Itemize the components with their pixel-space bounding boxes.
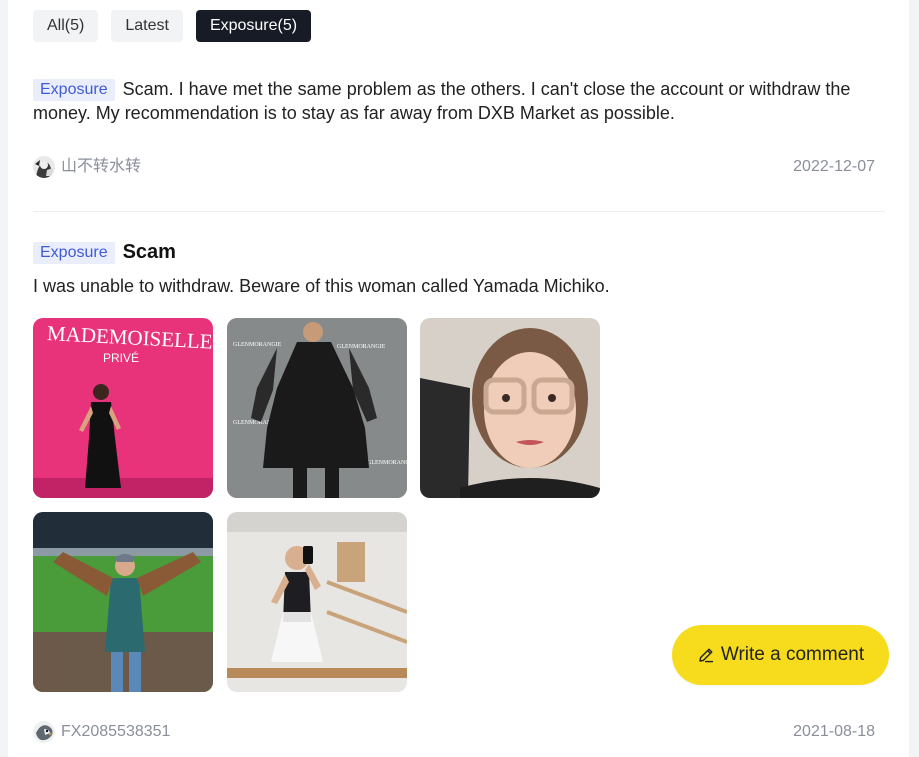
- gallery-photo[interactable]: [227, 512, 407, 692]
- pencil-icon: [699, 648, 713, 663]
- page-left-gutter: [0, 0, 8, 757]
- post-date: 2021-08-18: [793, 723, 875, 740]
- tab-all[interactable]: All(5): [33, 10, 99, 42]
- svg-text:GLENMORANGIE: GLENMORANGIE: [337, 344, 386, 350]
- author-info[interactable]: 山不转水转: [33, 155, 141, 179]
- author-name: FX2085538351: [61, 723, 171, 740]
- post-text: I was unable to withdraw. Beware of this…: [33, 276, 610, 296]
- exposure-tag: Exposure: [33, 79, 115, 101]
- post-text: Scam. I have met the same problem as the…: [33, 79, 851, 123]
- page-right-gutter: [909, 0, 919, 757]
- author-name: 山不转水转: [61, 158, 142, 175]
- write-comment-button[interactable]: Write a comment: [672, 625, 889, 685]
- exposure-tag: Exposure: [33, 242, 115, 264]
- post-header: Exposure Scam I was unable to withdraw. B…: [33, 241, 885, 301]
- post-meta: FX2085538351 2021-08-18: [33, 720, 885, 746]
- avatar: [33, 721, 55, 743]
- filter-tabs: All(5) Latest Exposure(5): [33, 10, 312, 42]
- avatar: [33, 156, 55, 178]
- tab-latest[interactable]: Latest: [111, 10, 183, 42]
- post-title: Scam: [122, 241, 176, 263]
- post-card: Exposure Scam I was unable to withdraw. B…: [33, 223, 885, 743]
- post-meta: 山不转水转 2022-12-07: [33, 155, 885, 181]
- author-info[interactable]: FX2085538351: [33, 720, 170, 744]
- post-card: Exposure Scam. I have met the same proble…: [33, 77, 885, 178]
- gallery-photo[interactable]: MADEMOISELLE PRIVÉ: [33, 318, 213, 498]
- post-date: 2022-12-07: [793, 158, 875, 175]
- gallery-photo[interactable]: [420, 318, 600, 498]
- gallery-photo[interactable]: [33, 512, 213, 692]
- post-divider: [33, 211, 885, 212]
- post-content: Exposure Scam. I have met the same proble…: [33, 77, 885, 125]
- photo-caption-text: PRIVÉ: [103, 350, 139, 365]
- gallery-photo[interactable]: GLENMORANGIE GLENMORANGIE GLENMORANGIE G…: [227, 318, 407, 498]
- write-comment-label: Write a comment: [720, 644, 865, 665]
- svg-text:GLENMORANGIE: GLENMORANGIE: [233, 342, 282, 348]
- svg-text:GLENMORANGIE: GLENMORANGIE: [367, 460, 407, 466]
- tab-exposure[interactable]: Exposure(5): [195, 10, 312, 42]
